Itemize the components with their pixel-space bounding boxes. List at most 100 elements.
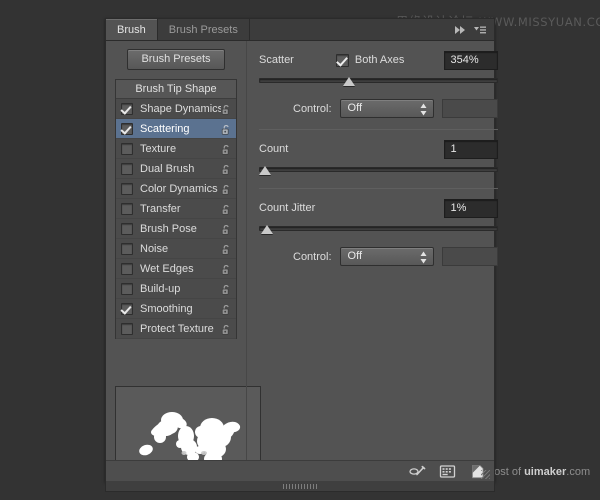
checkbox-color-dynamics[interactable] [121,182,133,195]
option-row-build-up[interactable]: Build-up [116,279,236,299]
panel-footer [106,460,494,482]
option-row-protect-texture[interactable]: Protect Texture [116,319,236,339]
panel-tab-bar: Brush Brush Presets [106,19,494,41]
option-row-scattering[interactable]: Scattering [116,119,236,139]
lock-icon[interactable] [221,283,231,295]
option-row-texture[interactable]: Texture [116,139,236,159]
both-axes-checkbox[interactable] [335,53,349,67]
checkbox-smoothing[interactable] [121,302,133,315]
scatter-control-row: Control: Off [259,99,498,118]
count-jitter-slider-thumb[interactable] [261,225,274,234]
brush-tip-shape-header[interactable]: Brush Tip Shape [116,80,236,99]
watermark-bottom: post of uimaker.com [488,466,590,478]
checkbox-transfer[interactable] [121,202,133,215]
checkbox-shape-dynamics[interactable] [121,102,133,115]
count-jitter-control-label: Control: [293,250,332,263]
checkbox-build-up[interactable] [121,282,133,295]
count-jitter-control-select[interactable]: Off [339,247,434,266]
option-label-protect-texture: Protect Texture [140,322,214,335]
watermark-bottom-suffix: .com [566,466,591,478]
count-jitter-value-field[interactable]: 1% [443,198,498,218]
new-brush-preset-grid-icon[interactable] [439,464,456,479]
scatter-section: Scatter Both Axes 354% Control: Off Coun… [247,50,510,266]
option-label-color-dynamics: Color Dynamics [140,182,218,195]
lock-icon[interactable] [221,243,231,255]
panel-menu-icon[interactable] [473,23,487,37]
watermark-bottom-brand: uimaker [524,466,567,478]
chevron-updown-icon [420,251,427,264]
option-label-transfer: Transfer [140,202,181,215]
toggle-brush-tip-icon[interactable] [409,464,426,479]
option-label-texture: Texture [140,142,177,155]
lock-icon[interactable] [221,323,231,335]
screenshot-root: 思缘设计论坛WWW.MISSYUAN.COM post of uimaker.c… [0,0,600,500]
lock-icon[interactable] [221,223,231,235]
checkbox-brush-pose[interactable] [121,222,133,235]
tab-brush-label: Brush [117,23,146,36]
checkbox-dual-brush[interactable] [121,162,133,175]
lock-icon[interactable] [221,143,231,155]
count-jitter-slider-track[interactable] [259,226,498,231]
option-label-scattering: Scattering [140,122,190,135]
lock-icon[interactable] [221,203,231,215]
option-label-smoothing: Smoothing [140,302,193,315]
count-label: Count [259,143,289,155]
count-jitter-control-extra-field [441,247,498,266]
option-label-build-up: Build-up [140,282,181,295]
scatter-value-field[interactable]: 354% [443,50,498,70]
count-jitter-slider[interactable] [259,222,498,236]
option-label-brush-pose: Brush Pose [140,222,197,235]
lock-icon[interactable] [221,303,231,315]
resize-grip-icon[interactable] [283,484,317,489]
section-divider [259,129,498,130]
brush-options-column: Brush Presets Brush Tip Shape Shape Dyna… [106,41,261,492]
lock-icon[interactable] [221,123,231,135]
brush-panel: Brush Brush Presets Brush Presets Brush … [105,18,498,492]
count-slider-track[interactable] [259,167,498,172]
option-row-noise[interactable]: Noise [116,239,236,259]
checkbox-noise[interactable] [121,242,133,255]
brush-presets-button-wrap: Brush Presets [106,41,246,79]
option-row-transfer[interactable]: Transfer [116,199,236,219]
tab-brush-presets[interactable]: Brush Presets [158,19,250,40]
count-row: Count 1 [259,139,498,159]
count-slider[interactable] [259,163,498,177]
checkbox-scattering[interactable] [121,122,133,135]
count-value-field[interactable]: 1 [443,139,498,159]
watermark-top-en: WWW.MISSYUAN.COM [479,15,600,29]
option-row-smoothing[interactable]: Smoothing [116,299,236,319]
scatter-control-select[interactable]: Off [339,99,434,118]
scatter-row: Scatter Both Axes 354% [259,50,498,70]
checkbox-texture[interactable] [121,142,133,155]
scatter-slider[interactable] [259,74,498,88]
collapse-to-icons-icon[interactable] [453,23,467,37]
scatter-label: Scatter [259,54,294,66]
panel-bottom-resize-bar[interactable] [105,481,495,492]
lock-icon[interactable] [221,163,231,175]
scatter-slider-track[interactable] [259,78,498,83]
count-jitter-control-value: Off [347,250,363,262]
option-row-dual-brush[interactable]: Dual Brush [116,159,236,179]
lock-icon[interactable] [221,183,231,195]
option-label-shape-dynamics: Shape Dynamics [140,102,221,115]
scatter-slider-thumb[interactable] [342,77,355,86]
count-slider-thumb[interactable] [259,166,271,175]
count-jitter-row: Count Jitter 1% [259,198,498,218]
lock-icon[interactable] [221,263,231,275]
checkbox-protect-texture[interactable] [121,322,133,335]
brush-tip-option-list: Brush Tip Shape Shape Dynamics Scatterin… [115,79,237,339]
option-row-shape-dynamics[interactable]: Shape Dynamics [116,99,236,119]
scatter-control-value: Off [347,102,363,114]
lock-icon[interactable] [221,103,231,115]
option-row-brush-pose[interactable]: Brush Pose [116,219,236,239]
checkbox-wet-edges[interactable] [121,262,133,275]
brush-presets-button[interactable]: Brush Presets [127,49,225,70]
panel-body: Brush Presets Brush Tip Shape Shape Dyna… [106,41,498,492]
chevron-updown-icon [420,103,427,116]
both-axes-label: Both Axes [354,54,405,66]
tab-brush[interactable]: Brush [106,19,158,40]
option-row-color-dynamics[interactable]: Color Dynamics [116,179,236,199]
both-axes-toggle[interactable]: Both Axes [335,53,405,67]
option-row-wet-edges[interactable]: Wet Edges [116,259,236,279]
panel-resize-corner-grip[interactable] [481,470,490,479]
